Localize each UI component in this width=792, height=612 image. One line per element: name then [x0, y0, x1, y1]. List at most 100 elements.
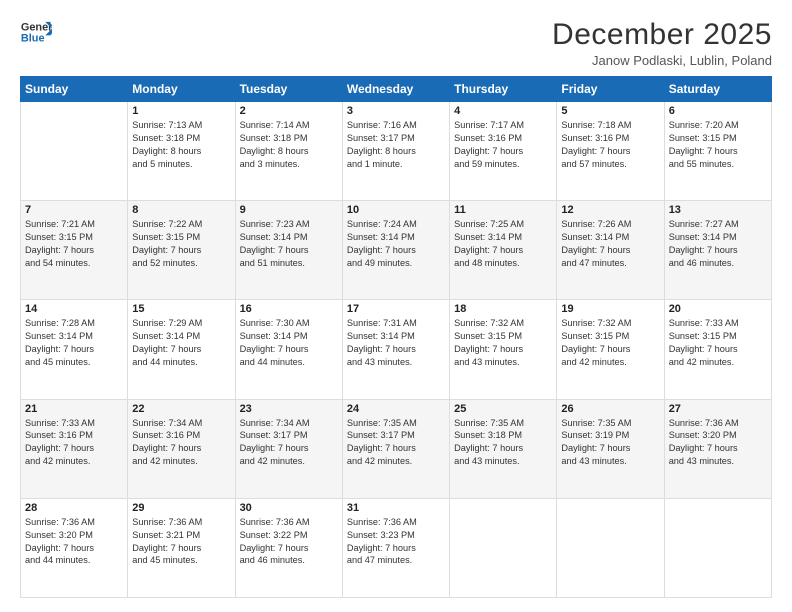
day-number: 2	[240, 105, 338, 117]
calendar-header-row: Sunday Monday Tuesday Wednesday Thursday…	[21, 77, 772, 102]
cell-text: Sunrise: 7:36 AMSunset: 3:20 PMDaylight:…	[25, 516, 123, 568]
cell-text: Sunrise: 7:36 AMSunset: 3:20 PMDaylight:…	[669, 417, 767, 469]
cell-text: Sunrise: 7:29 AMSunset: 3:14 PMDaylight:…	[132, 317, 230, 369]
table-row: 29 Sunrise: 7:36 AMSunset: 3:21 PMDayligh…	[128, 498, 235, 597]
col-thursday: Thursday	[450, 77, 557, 102]
cell-text: Sunrise: 7:33 AMSunset: 3:16 PMDaylight:…	[25, 417, 123, 469]
day-number: 17	[347, 303, 445, 315]
day-number: 4	[454, 105, 552, 117]
day-number: 21	[25, 403, 123, 415]
day-number: 11	[454, 204, 552, 216]
cell-text: Sunrise: 7:35 AMSunset: 3:18 PMDaylight:…	[454, 417, 552, 469]
table-row: 25 Sunrise: 7:35 AMSunset: 3:18 PMDayligh…	[450, 399, 557, 498]
cell-text: Sunrise: 7:30 AMSunset: 3:14 PMDaylight:…	[240, 317, 338, 369]
day-number: 25	[454, 403, 552, 415]
cell-text: Sunrise: 7:16 AMSunset: 3:17 PMDaylight:…	[347, 119, 445, 171]
cell-text: Sunrise: 7:31 AMSunset: 3:14 PMDaylight:…	[347, 317, 445, 369]
table-row: 11 Sunrise: 7:25 AMSunset: 3:14 PMDayligh…	[450, 201, 557, 300]
day-number: 29	[132, 502, 230, 514]
calendar-week-row: 21 Sunrise: 7:33 AMSunset: 3:16 PMDayligh…	[21, 399, 772, 498]
cell-text: Sunrise: 7:23 AMSunset: 3:14 PMDaylight:…	[240, 218, 338, 270]
calendar-week-row: 1Sunrise: 7:13 AMSunset: 3:18 PMDaylight…	[21, 102, 772, 201]
table-row: 2Sunrise: 7:14 AMSunset: 3:18 PMDaylight…	[235, 102, 342, 201]
day-number: 26	[561, 403, 659, 415]
cell-text: Sunrise: 7:36 AMSunset: 3:23 PMDaylight:…	[347, 516, 445, 568]
table-row: 5 Sunrise: 7:18 AMSunset: 3:16 PMDaylight…	[557, 102, 664, 201]
day-number: 24	[347, 403, 445, 415]
col-friday: Friday	[557, 77, 664, 102]
table-row: 15 Sunrise: 7:29 AMSunset: 3:14 PMDayligh…	[128, 300, 235, 399]
table-row: 19 Sunrise: 7:32 AMSunset: 3:15 PMDayligh…	[557, 300, 664, 399]
cell-text: Sunrise: 7:22 AMSunset: 3:15 PMDaylight:…	[132, 218, 230, 270]
cell-text: Sunrise: 7:24 AMSunset: 3:14 PMDaylight:…	[347, 218, 445, 270]
cell-text: Sunrise: 7:32 AMSunset: 3:15 PMDaylight:…	[561, 317, 659, 369]
day-number: 1	[132, 105, 230, 117]
day-number: 22	[132, 403, 230, 415]
cell-text: Sunrise: 7:34 AMSunset: 3:17 PMDaylight:…	[240, 417, 338, 469]
day-number: 5	[561, 105, 659, 117]
header: General Blue December 2025 Janow Podlask…	[20, 18, 772, 68]
table-row: 8 Sunrise: 7:22 AMSunset: 3:15 PMDaylight…	[128, 201, 235, 300]
day-number: 12	[561, 204, 659, 216]
cell-text: Sunrise: 7:34 AMSunset: 3:16 PMDaylight:…	[132, 417, 230, 469]
day-number: 28	[25, 502, 123, 514]
calendar: Sunday Monday Tuesday Wednesday Thursday…	[20, 76, 772, 598]
table-row: 3 Sunrise: 7:16 AMSunset: 3:17 PMDaylight…	[342, 102, 449, 201]
day-number: 31	[347, 502, 445, 514]
day-number: 15	[132, 303, 230, 315]
day-number: 27	[669, 403, 767, 415]
day-number: 9	[240, 204, 338, 216]
col-saturday: Saturday	[664, 77, 771, 102]
title-block: December 2025 Janow Podlaski, Lublin, Po…	[552, 18, 772, 68]
day-number: 13	[669, 204, 767, 216]
table-row: 6Sunrise: 7:20 AMSunset: 3:15 PMDaylight…	[664, 102, 771, 201]
table-row: 4Sunrise: 7:17 AMSunset: 3:16 PMDaylight…	[450, 102, 557, 201]
day-number: 10	[347, 204, 445, 216]
table-row: 7 Sunrise: 7:21 AMSunset: 3:15 PMDaylight…	[21, 201, 128, 300]
table-row: 14Sunrise: 7:28 AMSunset: 3:14 PMDayligh…	[21, 300, 128, 399]
table-row: 27 Sunrise: 7:36 AMSunset: 3:20 PMDayligh…	[664, 399, 771, 498]
day-number: 19	[561, 303, 659, 315]
day-number: 6	[669, 105, 767, 117]
calendar-week-row: 14Sunrise: 7:28 AMSunset: 3:14 PMDayligh…	[21, 300, 772, 399]
day-number: 18	[454, 303, 552, 315]
svg-text:Blue: Blue	[21, 32, 45, 44]
logo-icon: General Blue	[20, 18, 52, 46]
cell-text: Sunrise: 7:18 AMSunset: 3:16 PMDaylight:…	[561, 119, 659, 171]
table-row: 18Sunrise: 7:32 AMSunset: 3:15 PMDayligh…	[450, 300, 557, 399]
day-number: 30	[240, 502, 338, 514]
table-row: 13 Sunrise: 7:27 AMSunset: 3:14 PMDayligh…	[664, 201, 771, 300]
cell-text: Sunrise: 7:26 AMSunset: 3:14 PMDaylight:…	[561, 218, 659, 270]
day-number: 7	[25, 204, 123, 216]
day-number: 23	[240, 403, 338, 415]
table-row	[557, 498, 664, 597]
table-row: 21 Sunrise: 7:33 AMSunset: 3:16 PMDayligh…	[21, 399, 128, 498]
day-number: 8	[132, 204, 230, 216]
col-sunday: Sunday	[21, 77, 128, 102]
cell-text: Sunrise: 7:35 AMSunset: 3:17 PMDaylight:…	[347, 417, 445, 469]
cell-text: Sunrise: 7:27 AMSunset: 3:14 PMDaylight:…	[669, 218, 767, 270]
day-number: 3	[347, 105, 445, 117]
table-row: 10 Sunrise: 7:24 AMSunset: 3:14 PMDayligh…	[342, 201, 449, 300]
table-row: 31 Sunrise: 7:36 AMSunset: 3:23 PMDayligh…	[342, 498, 449, 597]
table-row: 1Sunrise: 7:13 AMSunset: 3:18 PMDaylight…	[128, 102, 235, 201]
col-wednesday: Wednesday	[342, 77, 449, 102]
day-number: 20	[669, 303, 767, 315]
table-row	[21, 102, 128, 201]
calendar-week-row: 7 Sunrise: 7:21 AMSunset: 3:15 PMDaylight…	[21, 201, 772, 300]
table-row: 23 Sunrise: 7:34 AMSunset: 3:17 PMDayligh…	[235, 399, 342, 498]
table-row: 20 Sunrise: 7:33 AMSunset: 3:15 PMDayligh…	[664, 300, 771, 399]
cell-text: Sunrise: 7:33 AMSunset: 3:15 PMDaylight:…	[669, 317, 767, 369]
cell-text: Sunrise: 7:36 AMSunset: 3:21 PMDaylight:…	[132, 516, 230, 568]
cell-text: Sunrise: 7:35 AMSunset: 3:19 PMDaylight:…	[561, 417, 659, 469]
table-row: 26 Sunrise: 7:35 AMSunset: 3:19 PMDayligh…	[557, 399, 664, 498]
cell-text: Sunrise: 7:21 AMSunset: 3:15 PMDaylight:…	[25, 218, 123, 270]
month-title: December 2025	[552, 18, 772, 52]
col-monday: Monday	[128, 77, 235, 102]
day-number: 14	[25, 303, 123, 315]
cell-text: Sunrise: 7:25 AMSunset: 3:14 PMDaylight:…	[454, 218, 552, 270]
table-row: 12 Sunrise: 7:26 AMSunset: 3:14 PMDayligh…	[557, 201, 664, 300]
table-row: 22 Sunrise: 7:34 AMSunset: 3:16 PMDayligh…	[128, 399, 235, 498]
col-tuesday: Tuesday	[235, 77, 342, 102]
table-row: 28 Sunrise: 7:36 AMSunset: 3:20 PMDayligh…	[21, 498, 128, 597]
